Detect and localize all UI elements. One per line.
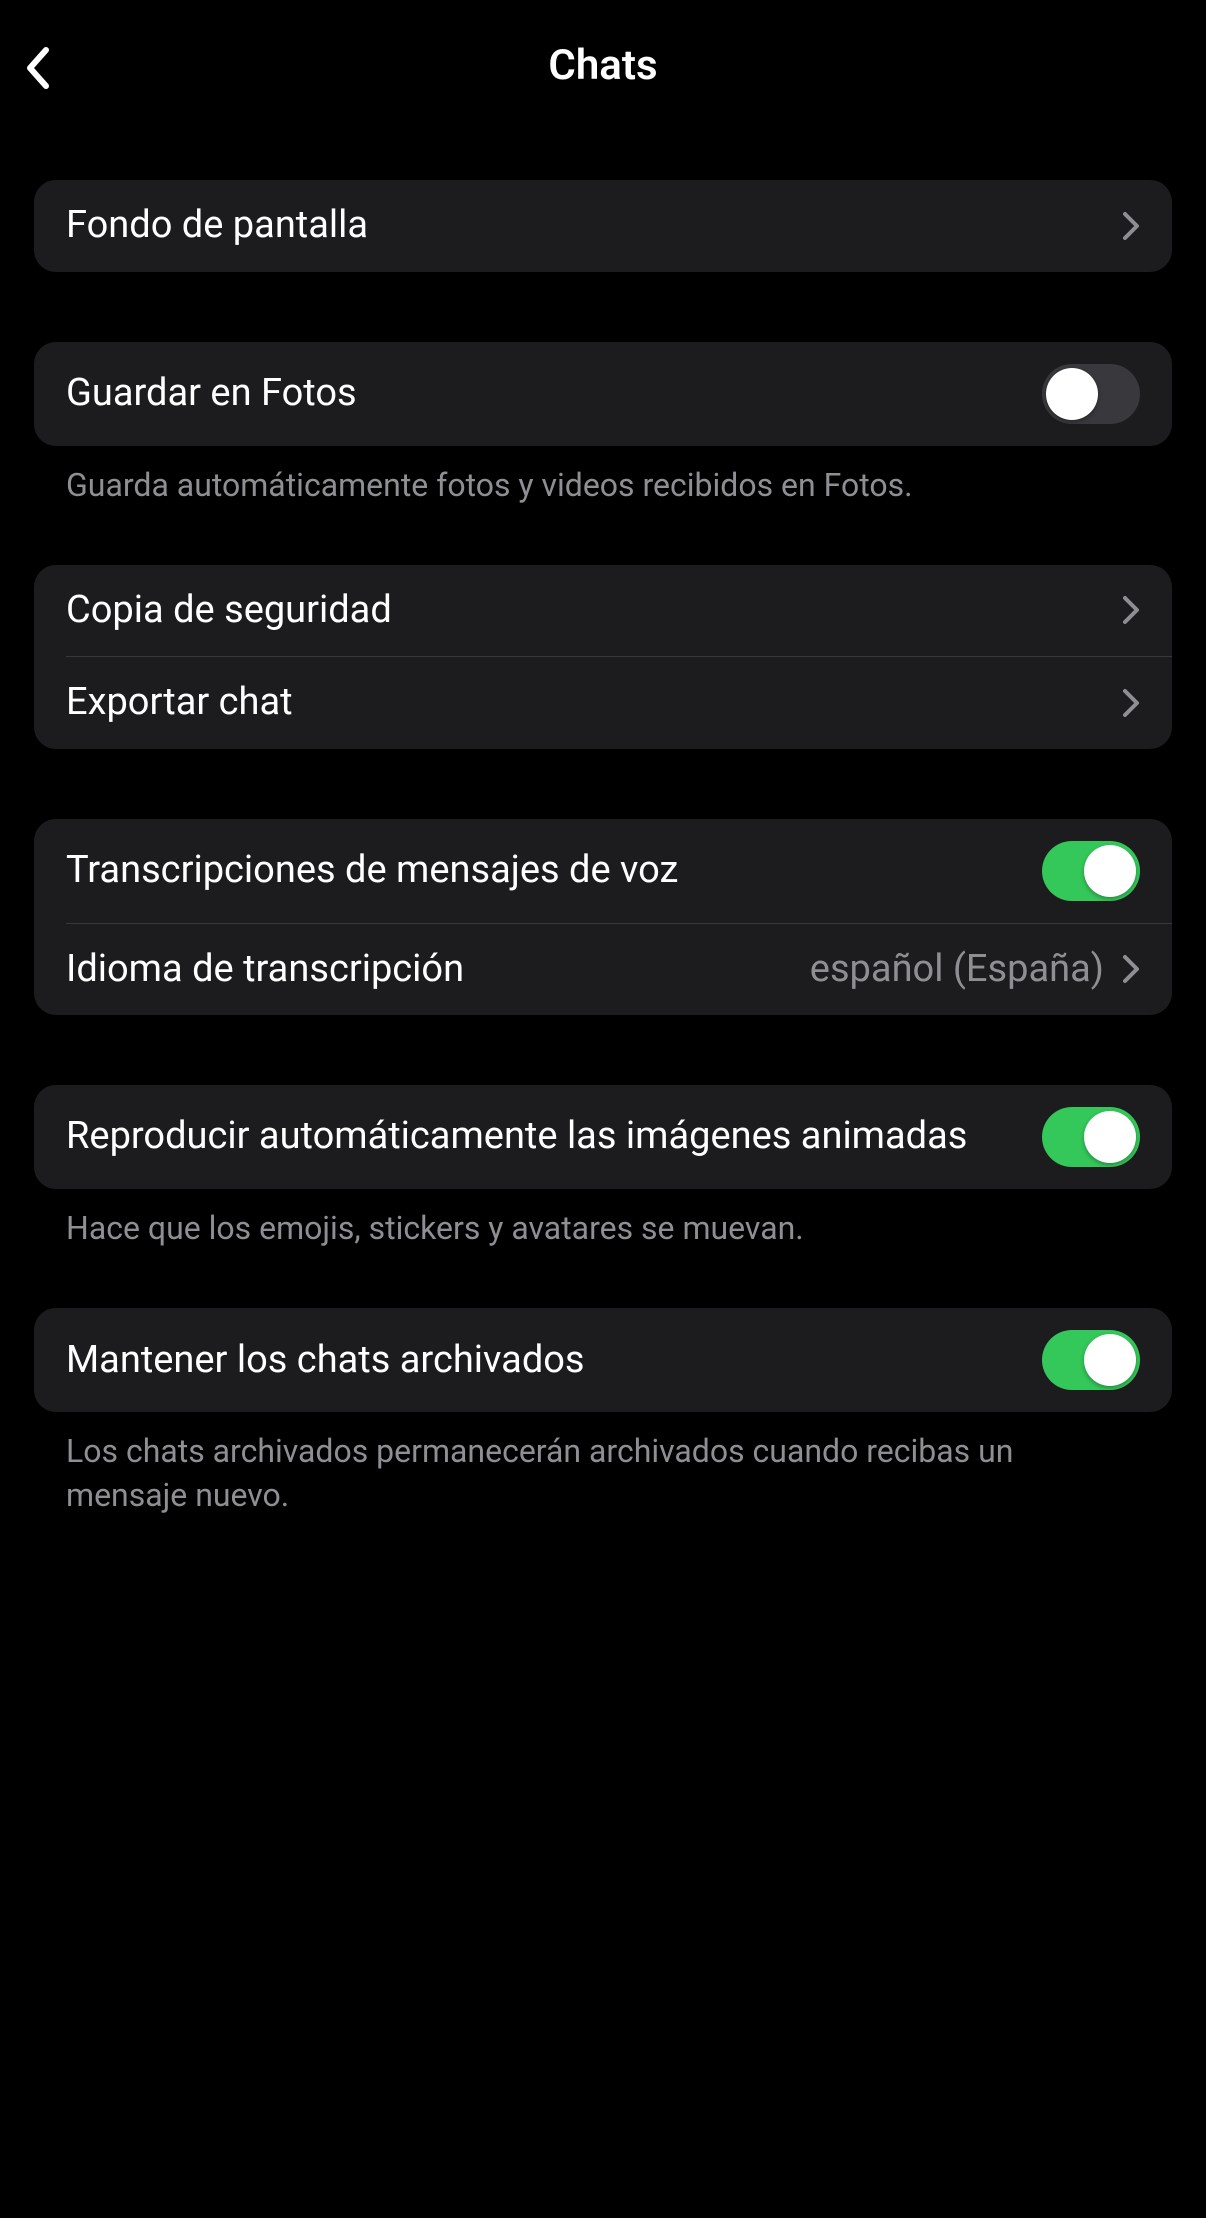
- row-right: español (España): [810, 947, 1140, 991]
- section-wallpaper: Fondo de pantalla: [34, 180, 1172, 272]
- header: Chats: [0, 0, 1206, 130]
- chevron-right-icon: [1122, 595, 1140, 625]
- row-backup[interactable]: Copia de seguridad: [34, 565, 1172, 657]
- row-transcription-language[interactable]: Idioma de transcripción español (España): [34, 924, 1172, 1016]
- row-label: Idioma de transcripción: [66, 946, 810, 994]
- toggle-knob: [1084, 1334, 1136, 1386]
- row-value: español (España): [810, 947, 1104, 991]
- row-right: [1122, 211, 1140, 241]
- row-export[interactable]: Exportar chat: [34, 657, 1172, 749]
- footer-save-photos: Guarda automáticamente fotos y videos re…: [34, 446, 1172, 507]
- toggle-knob: [1046, 368, 1098, 420]
- toggle-keep-archived[interactable]: [1042, 1330, 1140, 1390]
- content: Fondo de pantalla Guardar en Fotos Guard…: [0, 130, 1206, 1517]
- toggle-knob: [1084, 845, 1136, 897]
- row-label: Copia de seguridad: [66, 587, 1122, 635]
- chevron-right-icon: [1122, 954, 1140, 984]
- section-transcriptions: Transcripciones de mensajes de voz Idiom…: [34, 819, 1172, 1016]
- toggle-transcriptions[interactable]: [1042, 841, 1140, 901]
- toggle-autoplay[interactable]: [1042, 1107, 1140, 1167]
- toggle-knob: [1084, 1111, 1136, 1163]
- back-button[interactable]: [18, 48, 58, 88]
- row-label: Fondo de pantalla: [66, 202, 1122, 250]
- chevron-right-icon: [1122, 211, 1140, 241]
- row-label: Reproducir automáticamente las imágenes …: [66, 1113, 1042, 1161]
- toggle-save-photos[interactable]: [1042, 364, 1140, 424]
- section-save-photos: Guardar en Fotos: [34, 342, 1172, 446]
- footer-autoplay: Hace que los emojis, stickers y avatares…: [34, 1189, 1172, 1250]
- row-label: Exportar chat: [66, 679, 1122, 727]
- chevron-right-icon: [1122, 688, 1140, 718]
- chevron-left-icon: [24, 46, 52, 90]
- section-autoplay: Reproducir automáticamente las imágenes …: [34, 1085, 1172, 1189]
- row-right: [1122, 595, 1140, 625]
- row-keep-archived[interactable]: Mantener los chats archivados: [34, 1308, 1172, 1412]
- row-label: Guardar en Fotos: [66, 370, 1042, 418]
- page-title: Chats: [20, 41, 1186, 90]
- row-label: Mantener los chats archivados: [66, 1337, 1042, 1385]
- row-wallpaper[interactable]: Fondo de pantalla: [34, 180, 1172, 272]
- row-save-photos[interactable]: Guardar en Fotos: [34, 342, 1172, 446]
- row-right: [1122, 688, 1140, 718]
- row-autoplay[interactable]: Reproducir automáticamente las imágenes …: [34, 1085, 1172, 1189]
- section-keep-archived: Mantener los chats archivados: [34, 1308, 1172, 1412]
- row-label: Transcripciones de mensajes de voz: [66, 847, 1042, 895]
- footer-keep-archived: Los chats archivados permanecerán archiv…: [34, 1412, 1172, 1516]
- row-transcriptions[interactable]: Transcripciones de mensajes de voz: [34, 819, 1172, 923]
- section-backup-export: Copia de seguridad Exportar chat: [34, 565, 1172, 749]
